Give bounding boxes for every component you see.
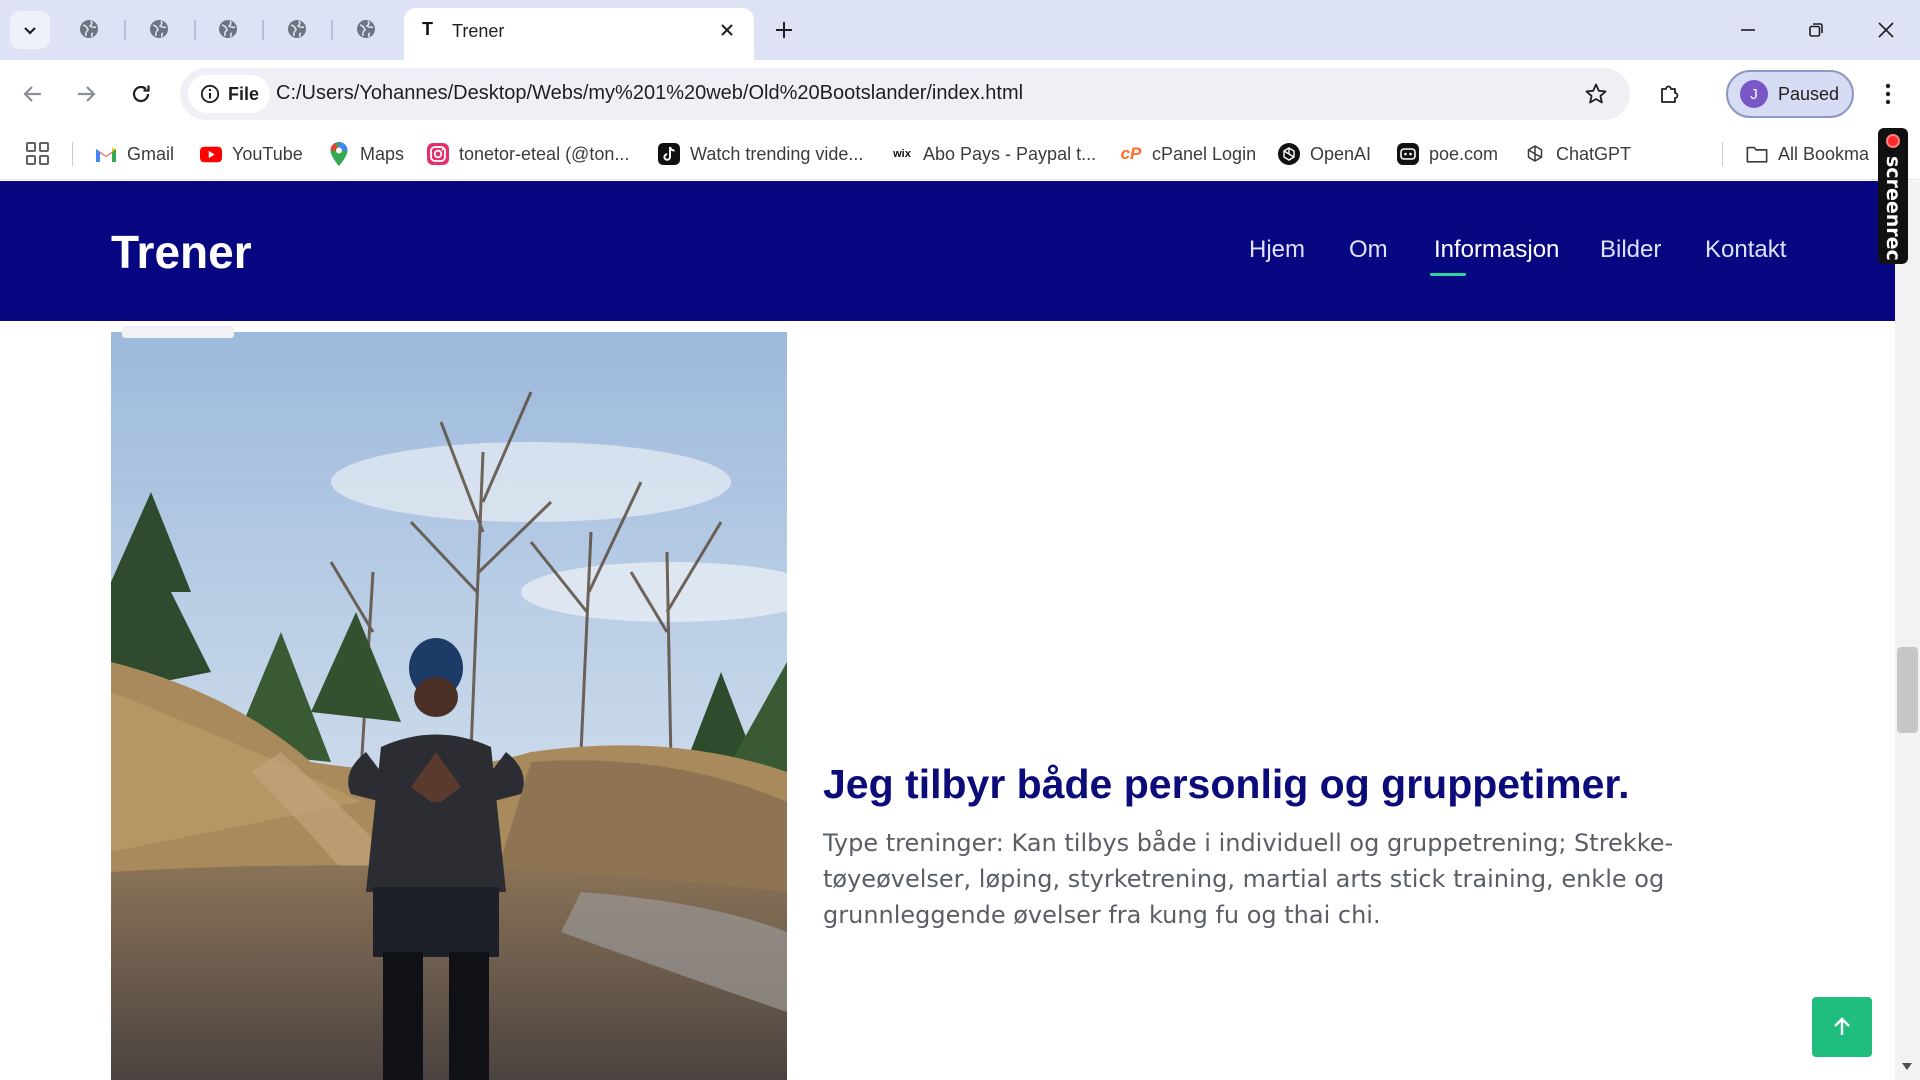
page-scrollbar[interactable] xyxy=(1895,181,1920,1080)
site-logo[interactable]: Trener xyxy=(111,225,252,279)
bookmark-star-button[interactable] xyxy=(1582,80,1610,108)
tiktok-icon xyxy=(658,143,680,165)
section-description: Type treninger: Kan tilbys både i indivi… xyxy=(823,829,1674,929)
nav-link-bilder[interactable]: Bilder xyxy=(1600,236,1661,264)
record-indicator-icon xyxy=(1886,134,1900,148)
bookmark-gmail[interactable]: Gmail xyxy=(95,138,174,170)
tab-favicon: T xyxy=(422,19,433,39)
info-icon xyxy=(200,84,220,104)
active-tab[interactable]: T Trener xyxy=(404,8,754,60)
puzzle-icon xyxy=(1661,85,1679,103)
site-chip-label: File xyxy=(228,83,260,104)
close-icon xyxy=(721,24,733,36)
tab-globe-1[interactable] xyxy=(74,14,104,44)
bookmark-poe[interactable]: poe.com xyxy=(1397,138,1498,170)
avatar: J xyxy=(1740,80,1768,108)
address-bar[interactable]: File C:/Users/Yohannes/Desktop/Webs/my%2… xyxy=(180,68,1630,120)
browser-toolbar: File C:/Users/Yohannes/Desktop/Webs/my%2… xyxy=(0,60,1920,128)
close-window-button[interactable] xyxy=(1862,10,1910,50)
folder-icon xyxy=(1746,143,1768,165)
nav-link-kontakt[interactable]: Kontakt xyxy=(1705,236,1786,264)
photo-caption-tab xyxy=(122,326,234,338)
tab-strip: T Trener xyxy=(0,0,1920,60)
tab-separator xyxy=(194,20,196,40)
profile-button[interactable]: J Paused xyxy=(1726,70,1854,118)
recorder-label: screenrec xyxy=(1882,156,1904,261)
tab-separator xyxy=(262,20,264,40)
arrow-right-icon xyxy=(78,86,96,102)
more-vertical-icon xyxy=(1885,83,1891,105)
nav-link-informasjon[interactable]: Informasjon xyxy=(1434,236,1559,264)
globe-icon xyxy=(80,20,98,38)
bookmarks-separator xyxy=(72,142,73,166)
scrollbar-thumb[interactable] xyxy=(1897,647,1918,733)
forward-button[interactable] xyxy=(66,74,106,114)
browser-menu-button[interactable] xyxy=(1868,74,1908,114)
url-text[interactable]: C:/Users/Yohannes/Desktop/Webs/my%201%20… xyxy=(276,82,1023,105)
tab-globe-5[interactable] xyxy=(351,14,381,44)
scroll-down-arrow-icon xyxy=(1902,1063,1912,1070)
bookmark-instagram[interactable]: tonetor-eteal (@ton... xyxy=(427,138,629,170)
site-navbar: Trener Hjem Om Informasjon Bilder Kontak… xyxy=(0,181,1895,321)
poe-icon xyxy=(1397,143,1419,165)
close-icon xyxy=(1878,22,1894,38)
minimize-icon xyxy=(1741,29,1755,31)
plus-icon xyxy=(776,22,792,38)
arrow-up-icon xyxy=(1834,1017,1850,1035)
tab-globe-2[interactable] xyxy=(144,14,174,44)
reload-button[interactable] xyxy=(121,74,161,114)
tab-search-button[interactable] xyxy=(10,11,50,49)
bookmark-cpanel[interactable]: cP cPanel Login xyxy=(1120,138,1257,170)
bookmark-openai[interactable]: OpenAI xyxy=(1278,138,1371,170)
active-nav-indicator xyxy=(1430,273,1466,276)
openai-icon xyxy=(1278,143,1300,165)
restore-icon xyxy=(1809,23,1823,37)
bookmarks-separator xyxy=(1722,142,1723,166)
bookmark-tiktok[interactable]: Watch trending vide... xyxy=(658,138,863,170)
nav-link-om[interactable]: Om xyxy=(1349,236,1388,264)
apps-grid-icon[interactable] xyxy=(24,140,52,168)
site-info-chip[interactable]: File xyxy=(188,75,270,113)
instagram-icon xyxy=(427,143,449,165)
globe-icon xyxy=(357,20,375,38)
restore-button[interactable] xyxy=(1792,10,1840,50)
globe-icon xyxy=(288,20,306,38)
new-tab-button[interactable] xyxy=(768,14,800,46)
screen-recorder-widget[interactable]: screenrec xyxy=(1878,128,1908,264)
trainer-photo xyxy=(111,332,787,1080)
tab-title: Trener xyxy=(452,21,505,41)
nav-link-hjem[interactable]: Hjem xyxy=(1249,236,1305,264)
gmail-icon xyxy=(95,143,117,165)
wix-icon: wix xyxy=(893,148,911,160)
globe-icon xyxy=(150,20,168,38)
globe-icon xyxy=(219,20,237,38)
back-to-top-button[interactable] xyxy=(1812,997,1872,1057)
tab-separator xyxy=(124,20,126,40)
tab-close-button[interactable] xyxy=(714,17,740,43)
reload-icon xyxy=(132,85,150,103)
maps-icon xyxy=(328,142,350,166)
minimize-button[interactable] xyxy=(1724,10,1772,50)
profile-status: Paused xyxy=(1778,83,1840,104)
bookmark-chatgpt[interactable]: ChatGPT xyxy=(1524,138,1631,170)
extensions-button[interactable] xyxy=(1650,74,1690,114)
tab-globe-3[interactable] xyxy=(213,14,243,44)
bookmarks-bar: Gmail YouTube Maps tonetor-eteal (@ton..… xyxy=(0,128,1920,180)
tab-globe-4[interactable] xyxy=(282,14,312,44)
youtube-icon xyxy=(200,143,222,165)
chatgpt-icon xyxy=(1524,143,1546,165)
tab-separator xyxy=(331,20,333,40)
bookmark-abo-pays[interactable]: wix Abo Pays - Paypal t... xyxy=(891,138,1096,170)
bookmark-youtube[interactable]: YouTube xyxy=(200,138,303,170)
bookmark-all-bookmarks[interactable]: All Bookma xyxy=(1746,138,1869,170)
bookmark-maps[interactable]: Maps xyxy=(328,138,404,170)
chevron-down-icon xyxy=(24,27,36,35)
scroll-down-button[interactable] xyxy=(1898,1059,1916,1075)
star-icon xyxy=(1585,83,1607,104)
cpanel-icon: cP xyxy=(1120,144,1142,163)
page-viewport: Trener Hjem Om Informasjon Bilder Kontak… xyxy=(0,181,1920,1080)
arrow-left-icon xyxy=(23,86,41,102)
section-heading: Jeg tilbyr både personlig og gruppetimer… xyxy=(823,761,1630,807)
back-button[interactable] xyxy=(13,74,53,114)
